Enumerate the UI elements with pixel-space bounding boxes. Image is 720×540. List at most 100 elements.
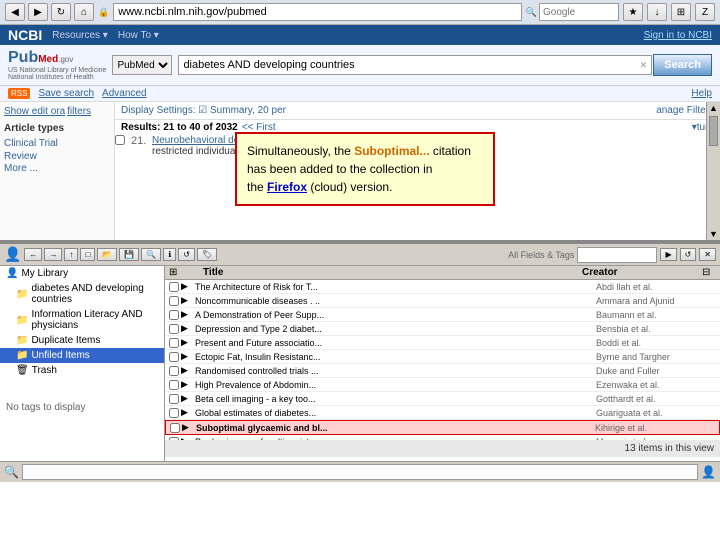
ref-row-check-7[interactable]: [169, 380, 179, 390]
show-edit-link[interactable]: Show edit ora filters: [4, 106, 110, 117]
sidebar-more-link[interactable]: More ...: [4, 163, 110, 174]
pubmed-gov: .gov: [58, 55, 73, 64]
ref-row-title-2: A Demonstration of Peer Supp...: [195, 310, 596, 320]
help-link[interactable]: Help: [691, 88, 712, 99]
ref-row-check-1[interactable]: [169, 296, 179, 306]
ref-btn-tag[interactable]: 🏷: [197, 248, 217, 261]
ref-row-title-7: High Prevalence of Abdomin...: [195, 380, 596, 390]
display-label[interactable]: Display Settings:: [121, 105, 195, 116]
save-search-link[interactable]: Save search: [38, 88, 94, 99]
ref-library-item[interactable]: 👤 My Library: [0, 266, 164, 281]
ref-btn-sync[interactable]: ↺: [178, 248, 195, 261]
ncbi-how-to[interactable]: How To ▾: [118, 30, 159, 41]
ref-btn-refresh[interactable]: ↺: [680, 248, 697, 261]
ref-folder-duplicates[interactable]: 📁 Duplicate Items: [0, 333, 164, 348]
ref-row-1[interactable]: ▶ Noncommunicable diseases . .. Ammara a…: [165, 294, 720, 308]
ref-row-9[interactable]: ▶ Global estimates of diabetes... Guarig…: [165, 406, 720, 420]
ref-btn-open[interactable]: 📂: [97, 248, 117, 261]
ref-folder-trash[interactable]: 🗑 Trash: [0, 363, 164, 378]
ref-row-check-10[interactable]: [170, 423, 180, 433]
ref-row-check-0[interactable]: [169, 282, 179, 292]
library-icon: 👤: [6, 268, 18, 279]
menu-button[interactable]: Z: [695, 3, 715, 21]
ref-row-3[interactable]: ▶ Depression and Type 2 diabet... Bensbi…: [165, 322, 720, 336]
tooltip-suboptimal: Suboptimal...: [354, 144, 429, 158]
ref-person-icon: 👤: [701, 465, 716, 479]
ref-folder-info-literacy[interactable]: 📁 Information Literacy AND physicians: [0, 307, 164, 333]
clear-search-button[interactable]: ✕: [640, 60, 648, 71]
ref-icon: 👤: [4, 246, 21, 263]
ref-row-title-1: Noncommunicable diseases . ..: [195, 296, 596, 306]
ref-btn-back[interactable]: ←: [24, 248, 42, 261]
reload-button[interactable]: ↻: [51, 3, 71, 21]
tagline-line2: National Institutes of Health: [8, 74, 106, 81]
ref-row-8[interactable]: ▶ Beta cell imaging - a key too... Gotth…: [165, 392, 720, 406]
address-input[interactable]: [113, 3, 522, 21]
pubmed-search-bar: PubMed .gov US National Library of Medici…: [0, 45, 720, 86]
bookmarks-button[interactable]: ⊞: [671, 3, 691, 21]
ref-row-check-8[interactable]: [169, 394, 179, 404]
ref-btn-up[interactable]: ↑: [64, 248, 78, 261]
ref-btn-go[interactable]: ▶: [660, 248, 676, 261]
show-edit-label[interactable]: Show edit ora: [4, 106, 65, 117]
back-button[interactable]: ◀: [5, 3, 25, 21]
search-input[interactable]: [178, 55, 651, 75]
sidebar-item-clinical-trial[interactable]: Clinical Trial: [4, 137, 110, 150]
ref-row-check-3[interactable]: [169, 324, 179, 334]
col-creator: Creator: [582, 267, 702, 278]
ref-row-2[interactable]: ▶ A Demonstration of Peer Supp... Bauman…: [165, 308, 720, 322]
ref-content: 👤 My Library 📁 diabetes AND developing c…: [0, 266, 720, 461]
tags-area: No tags to display: [0, 398, 164, 417]
scrollbar-right[interactable]: ▲ ▼: [706, 102, 720, 240]
ref-row-0[interactable]: ▶ The Architecture of Risk for T... Abdi…: [165, 280, 720, 294]
display-value[interactable]: Summary, 20 per: [210, 105, 286, 116]
main-top-area: Show edit ora filters Article types Clin…: [0, 102, 720, 242]
ref-row-5[interactable]: ▶ Ectopic Fat, Insulin Resistanc... Byrn…: [165, 350, 720, 364]
tooltip-text4: (cloud) version.: [310, 180, 392, 194]
ref-folder-diabetes[interactable]: 📁 diabetes AND developing countries: [0, 281, 164, 307]
ref-row-check-2[interactable]: [169, 310, 179, 320]
ref-row-icon-0: ▶: [181, 281, 195, 292]
address-bar: ◀ ▶ ↻ ⌂ 🔒 🔍 ★ ↓ ⊞ Z: [0, 0, 720, 24]
ncbi-signin[interactable]: Sign in to NCBI: [644, 30, 712, 41]
ref-row-creator-7: Ezenwaka et al.: [596, 380, 716, 390]
ncbi-resources[interactable]: Resources ▾: [52, 30, 108, 41]
ref-folder-unfiled[interactable]: 📁 Unfiled Items: [0, 348, 164, 363]
ref-row-check-5[interactable]: [169, 352, 179, 362]
ref-row-title-4: Present and Future associatio...: [195, 338, 596, 348]
ref-btn-search[interactable]: 🔍: [141, 248, 161, 261]
ref-row-creator-3: Bensbia et al.: [596, 324, 716, 334]
ref-row-7[interactable]: ▶ High Prevalence of Abdomin... Ezenwaka…: [165, 378, 720, 392]
search-button[interactable]: Search: [653, 54, 712, 76]
forward-button[interactable]: ▶: [28, 3, 48, 21]
ref-row-title-6: Randomised controlled trials ...: [195, 366, 596, 376]
ref-row-4[interactable]: ▶ Present and Future associatio... Boddi…: [165, 336, 720, 350]
sidebar-item-review[interactable]: Review: [4, 150, 110, 163]
ref-row-check-4[interactable]: [169, 338, 179, 348]
ref-row-check-9[interactable]: [169, 408, 179, 418]
ref-btn-close-panel[interactable]: ✕: [699, 248, 716, 261]
ref-btn-info[interactable]: ℹ: [163, 248, 176, 261]
google-search-input[interactable]: [539, 3, 619, 21]
fields-tags-input[interactable]: [577, 247, 657, 263]
ref-btn-new[interactable]: □: [80, 248, 95, 261]
download-button[interactable]: ↓: [647, 3, 667, 21]
ref-btn-save[interactable]: 💾: [119, 248, 139, 261]
folder-trash-icon: 🗑: [16, 365, 29, 376]
result-checkbox-21[interactable]: [115, 135, 125, 145]
ref-search-input[interactable]: [22, 464, 698, 480]
ref-row-10[interactable]: ▶ Suboptimal glycaemic and bl... Kihirig…: [165, 420, 720, 435]
home-button[interactable]: ⌂: [74, 3, 94, 21]
ref-row-6[interactable]: ▶ Randomised controlled trials ... Duke …: [165, 364, 720, 378]
advanced-search-link[interactable]: Advanced: [102, 88, 146, 99]
pubmed-tagline: US National Library of Medicine National…: [8, 67, 106, 81]
rss-badge[interactable]: RSS: [8, 88, 30, 99]
ref-row-check-6[interactable]: [169, 366, 179, 376]
ref-count-bar: 13 items in this view: [165, 440, 720, 457]
filters-label[interactable]: filters: [67, 106, 91, 117]
database-select[interactable]: PubMed: [112, 55, 172, 75]
ref-row-icon-7: ▶: [181, 379, 195, 390]
folder-unfiled-icon: 📁: [16, 350, 28, 361]
bookmark-button[interactable]: ★: [623, 3, 643, 21]
ref-btn-forward[interactable]: →: [44, 248, 62, 261]
